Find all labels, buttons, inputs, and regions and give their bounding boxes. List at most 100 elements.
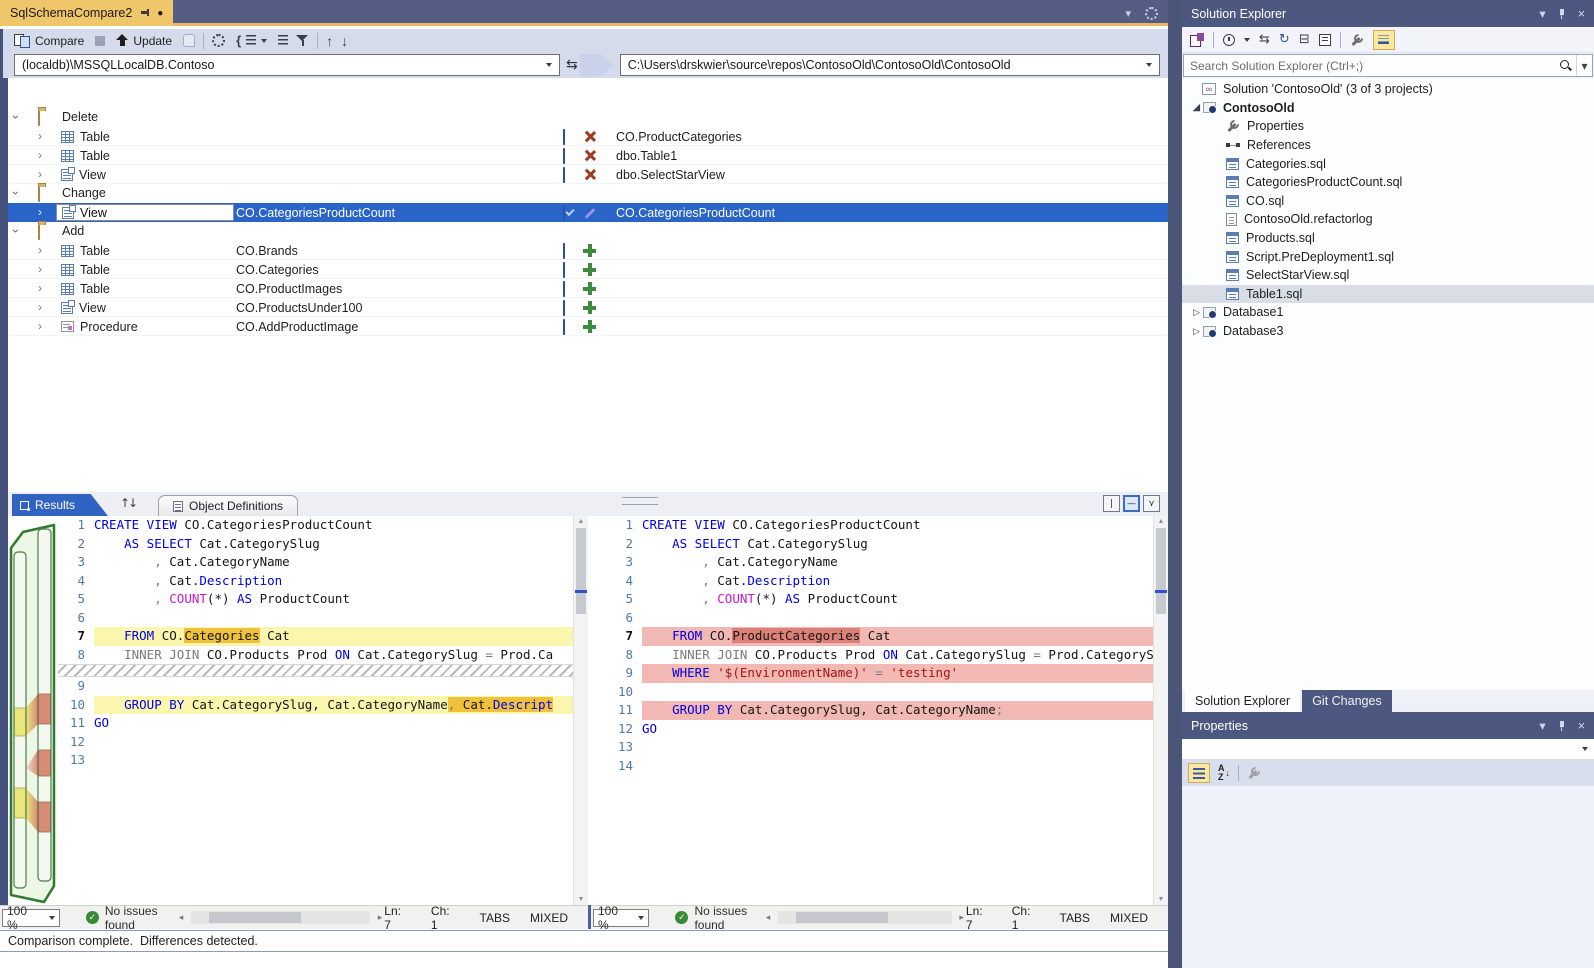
chevron-right-icon[interactable]: › [38,300,42,314]
diff-swap-view-button[interactable]: ⋎ [1143,495,1160,512]
chevron-expanded-icon[interactable]: › [9,229,23,233]
chevron-right-icon[interactable]: › [38,205,42,219]
window-options-gear-icon[interactable] [1145,7,1158,20]
properties-pages-icon[interactable] [1319,34,1331,46]
search-icon[interactable] [1559,59,1572,72]
tab-list-dropdown-icon[interactable]: ▾ [1125,7,1131,20]
tree-item[interactable]: SelectStarView.sql [1182,266,1594,285]
diff-vertical-view-button[interactable]: ❘ [1103,495,1120,512]
close-icon[interactable]: × [1578,7,1585,21]
refresh-icon[interactable]: ↻ [1279,32,1290,47]
source-connection-dropdown[interactable]: (localdb)\MSSQLLocalDB.Contoso [14,54,560,76]
compare-options-gear-icon[interactable] [212,34,225,47]
compare-row[interactable]: ›ProcedureCO.AddProductImage [8,317,1168,336]
target-vertical-scrollbar[interactable]: ▲ ▼ [1153,516,1168,905]
next-difference-icon[interactable]: ↓ [341,33,348,49]
include-checkbox[interactable] [563,243,565,259]
group-row-delete[interactable]: ›Delete [8,108,1168,127]
pin-icon[interactable] [140,9,149,18]
splitter-grip[interactable] [622,497,658,505]
expander-collapsed-icon[interactable]: ▷ [1190,326,1203,337]
chevron-right-icon[interactable]: › [38,167,42,181]
switch-views-icon[interactable]: ⇆ [1259,32,1270,47]
solution-tree[interactable]: ∞Solution 'ContosoOld' (3 of 3 projects)… [1182,78,1594,690]
include-checkbox[interactable] [563,148,565,164]
pin-icon[interactable] [1558,9,1566,19]
group-by-button[interactable]: { [233,30,270,51]
tab-results[interactable]: Results [12,494,108,516]
tree-item[interactable]: Table1.sql [1182,285,1594,304]
chevron-right-icon[interactable]: › [38,319,42,333]
document-tab[interactable]: SqlSchemaCompare2 ● [0,0,173,26]
group-row-add[interactable]: ›Add [8,222,1168,241]
sync-with-active-document-icon[interactable] [1190,33,1204,46]
panel-menu-dropdown-icon[interactable]: ▾ [1539,6,1545,21]
definition-editor-target[interactable]: 1CREATE VIEW CO.CategoriesProductCount2 … [606,516,1168,905]
search-options-dropdown-icon[interactable]: ▾ [1576,55,1592,76]
chevron-right-icon[interactable]: › [38,243,42,257]
compare-row[interactable]: ›TableCO.Brands [8,241,1168,260]
categorized-button[interactable] [1188,763,1210,783]
sort-updown-icon[interactable]: ↑↓ [120,496,136,510]
tree-item[interactable]: Properties [1182,117,1594,136]
close-icon[interactable]: × [1578,719,1585,733]
scrollbar-thumb[interactable] [209,912,301,923]
panel-menu-dropdown-icon[interactable]: ▾ [1539,718,1545,733]
source-horizontal-scrollbar[interactable]: ◂ ▸ [191,911,371,924]
panel-tab-solution-explorer[interactable]: Solution Explorer [1185,690,1300,712]
tree-item[interactable]: CategoriesProductCount.sql [1182,173,1594,192]
compare-row[interactable]: ›Tabledbo.Table1 [8,146,1168,165]
filter-icon[interactable] [296,34,309,47]
source-vertical-scrollbar[interactable]: ▲ ▼ [573,516,588,905]
scrollbar-thumb[interactable] [1156,528,1166,614]
expander-collapsed-icon[interactable]: ▷ [1190,307,1203,318]
target-connection-dropdown[interactable]: C:\Users\drskwier\source\repos\ContosoOl… [620,54,1160,76]
show-all-files-button[interactable] [1373,30,1395,50]
update-button[interactable]: Update [113,30,175,51]
chevron-right-icon[interactable]: › [38,129,42,143]
panel-splitter[interactable] [1168,0,1182,968]
properties-wrench-icon[interactable] [1350,33,1364,47]
compare-row[interactable]: ›ViewCO.ProductsUnder100 [8,298,1168,317]
chevron-right-icon[interactable]: › [38,281,42,295]
include-checkbox[interactable] [563,205,565,221]
tree-item[interactable]: ◢ContosoOld [1182,99,1594,118]
target-horizontal-scrollbar[interactable]: ◂ ▸ [778,911,952,924]
compare-row[interactable]: ›ViewCO.CategoriesProductCountCO.Categor… [8,203,1168,222]
chevron-expanded-icon[interactable]: › [9,115,23,119]
previous-difference-icon[interactable]: ↑ [326,33,333,49]
tree-item[interactable]: Products.sql [1182,229,1594,248]
pending-changes-filter-icon[interactable] [1223,34,1235,46]
compare-row[interactable]: ›TableCO.Categories [8,260,1168,279]
chevron-right-icon[interactable]: › [38,148,42,162]
group-row-change[interactable]: ›Change [8,184,1168,203]
tree-item[interactable]: ContosoOld.refactorlog [1182,210,1594,229]
swap-direction-icon[interactable]: ⇆ [566,57,578,73]
scrollbar-thumb[interactable] [576,528,586,614]
include-checkbox[interactable] [563,300,565,316]
expander-expanded-icon[interactable]: ◢ [1190,102,1203,113]
zoom-level-dropdown[interactable]: 100 % [2,909,60,927]
include-checkbox[interactable] [563,129,565,145]
tree-item[interactable]: Categories.sql [1182,154,1594,173]
pin-icon[interactable] [1558,721,1566,731]
scrollbar-thumb[interactable] [796,912,888,923]
tab-object-definitions[interactable]: Object Definitions [158,495,298,516]
tree-item[interactable]: Script.PreDeployment1.sql [1182,247,1594,266]
properties-object-dropdown[interactable] [1182,739,1594,760]
tree-item[interactable]: ▷Database3 [1182,322,1594,341]
include-checkbox[interactable] [563,167,565,183]
include-checkbox[interactable] [563,319,565,335]
alphabetical-sort-icon[interactable]: AZ↓ [1218,764,1230,782]
include-checkbox[interactable] [563,281,565,297]
compare-row[interactable]: ›Viewdbo.SelectStarView [8,165,1168,184]
include-checkbox[interactable] [563,262,565,278]
compare-row[interactable]: ›TableCO.ProductImages [8,279,1168,298]
tree-item[interactable]: References [1182,136,1594,155]
compare-row[interactable]: ›TableCO.ProductCategories [8,127,1168,146]
chevron-expanded-icon[interactable]: › [9,191,23,195]
tree-item[interactable]: ▷Database1 [1182,303,1594,322]
compare-button[interactable]: Compare [11,30,87,51]
tree-item[interactable]: CO.sql [1182,192,1594,211]
chevron-right-icon[interactable]: › [38,262,42,276]
